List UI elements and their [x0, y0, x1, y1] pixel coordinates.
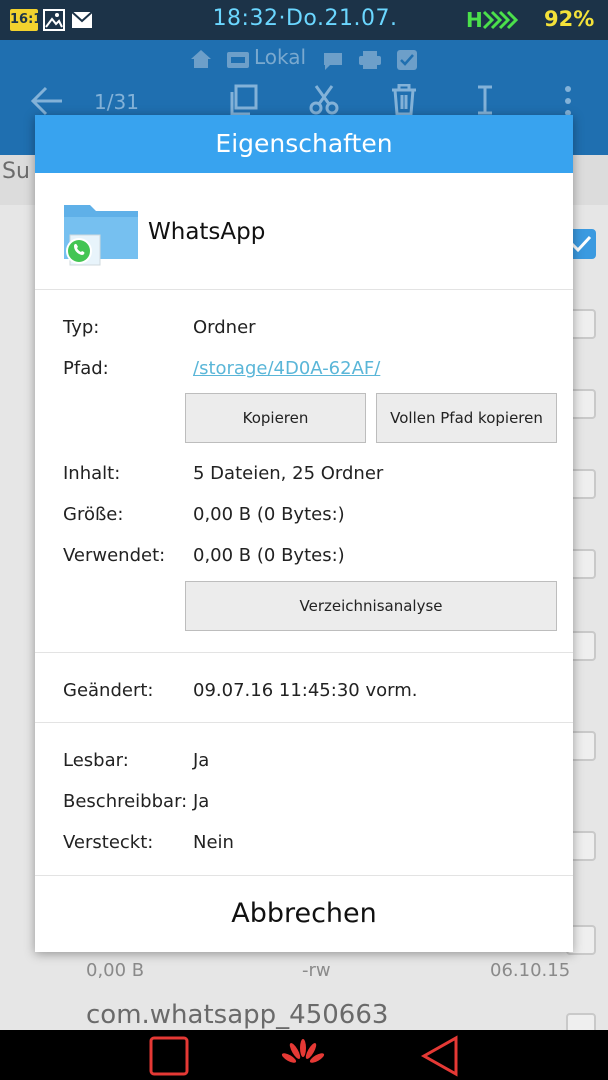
location-bar: Lokal	[0, 43, 608, 75]
dialog-title: Eigenschaften	[35, 115, 573, 173]
properties-dialog: Eigenschaften WhatsApp Typ: Ordner Pfad:…	[35, 115, 573, 952]
copy-icon[interactable]	[228, 84, 258, 116]
hidden-value: Nein	[193, 832, 234, 853]
row-file-name[interactable]: com.whatsapp_450663	[86, 1000, 388, 1030]
size-label: Größe:	[63, 504, 124, 525]
writable-label: Beschreibbar:	[63, 791, 188, 812]
status-bar: 16:1 18:32·Do.21.07. H 92%	[0, 0, 608, 40]
location-label[interactable]: Lokal	[254, 45, 306, 69]
back-arrow-icon[interactable]	[30, 86, 64, 116]
used-label: Verwendet:	[63, 545, 166, 566]
hidden-label: Versteckt:	[63, 832, 154, 853]
drive-icon[interactable]	[226, 51, 250, 69]
content-label: Inhalt:	[63, 463, 121, 484]
printer-icon[interactable]	[358, 50, 382, 70]
copy-button[interactable]: Kopieren	[185, 393, 366, 443]
image-notification-icon	[43, 9, 65, 31]
mail-notification-icon	[71, 11, 93, 28]
battery-level: 92%	[544, 7, 595, 31]
folder-name: WhatsApp	[148, 219, 266, 245]
text-cursor-icon[interactable]	[474, 84, 496, 116]
row-size: 0,00 B	[86, 960, 145, 981]
content-value: 5 Dateien, 25 Ordner	[193, 463, 384, 484]
search-bar-text: Su	[2, 159, 30, 184]
path-label: Pfad:	[63, 358, 109, 379]
divider	[35, 722, 573, 723]
readable-label: Lesbar:	[63, 750, 129, 771]
chat-icon[interactable]	[322, 51, 344, 71]
divider	[35, 289, 573, 290]
home-icon[interactable]	[190, 49, 212, 69]
notification-badge: 16:1	[10, 9, 42, 31]
cut-icon[interactable]	[308, 84, 340, 116]
readable-value: Ja	[193, 750, 210, 771]
row-permissions: -rw	[302, 960, 331, 981]
back-nav-icon[interactable]	[420, 1035, 460, 1077]
path-link[interactable]: /storage/4D0A-62AF/	[193, 358, 380, 379]
type-label: Typ:	[63, 317, 100, 338]
cancel-button[interactable]: Abbrechen	[35, 875, 573, 952]
type-value: Ordner	[193, 317, 256, 338]
row-date: 06.10.15	[490, 960, 571, 981]
size-value: 0,00 B (0 Bytes:)	[193, 504, 345, 525]
page-counter: 1/31	[94, 90, 139, 114]
used-value: 0,00 B (0 Bytes:)	[193, 545, 345, 566]
cloud-icon[interactable]	[396, 49, 418, 71]
network-type: H	[466, 8, 483, 32]
recent-apps-icon[interactable]	[148, 1035, 190, 1077]
modified-label: Geändert:	[63, 680, 154, 701]
directory-analysis-button[interactable]: Verzeichnisanalyse	[185, 581, 557, 631]
modified-value: 09.07.16 11:45:30 vorm.	[193, 680, 418, 701]
copy-full-path-button[interactable]: Vollen Pfad kopieren	[376, 393, 557, 443]
clock: 18:32·Do.21.07.	[212, 6, 398, 31]
whatsapp-folder-icon	[64, 205, 138, 266]
overflow-menu-icon[interactable]	[560, 84, 576, 118]
delete-icon[interactable]	[390, 84, 418, 116]
signal-strength-icon	[482, 10, 519, 30]
divider	[35, 652, 573, 653]
writable-value: Ja	[193, 791, 210, 812]
system-nav-bar	[0, 1030, 608, 1080]
brand-logo-icon[interactable]	[280, 1038, 326, 1072]
